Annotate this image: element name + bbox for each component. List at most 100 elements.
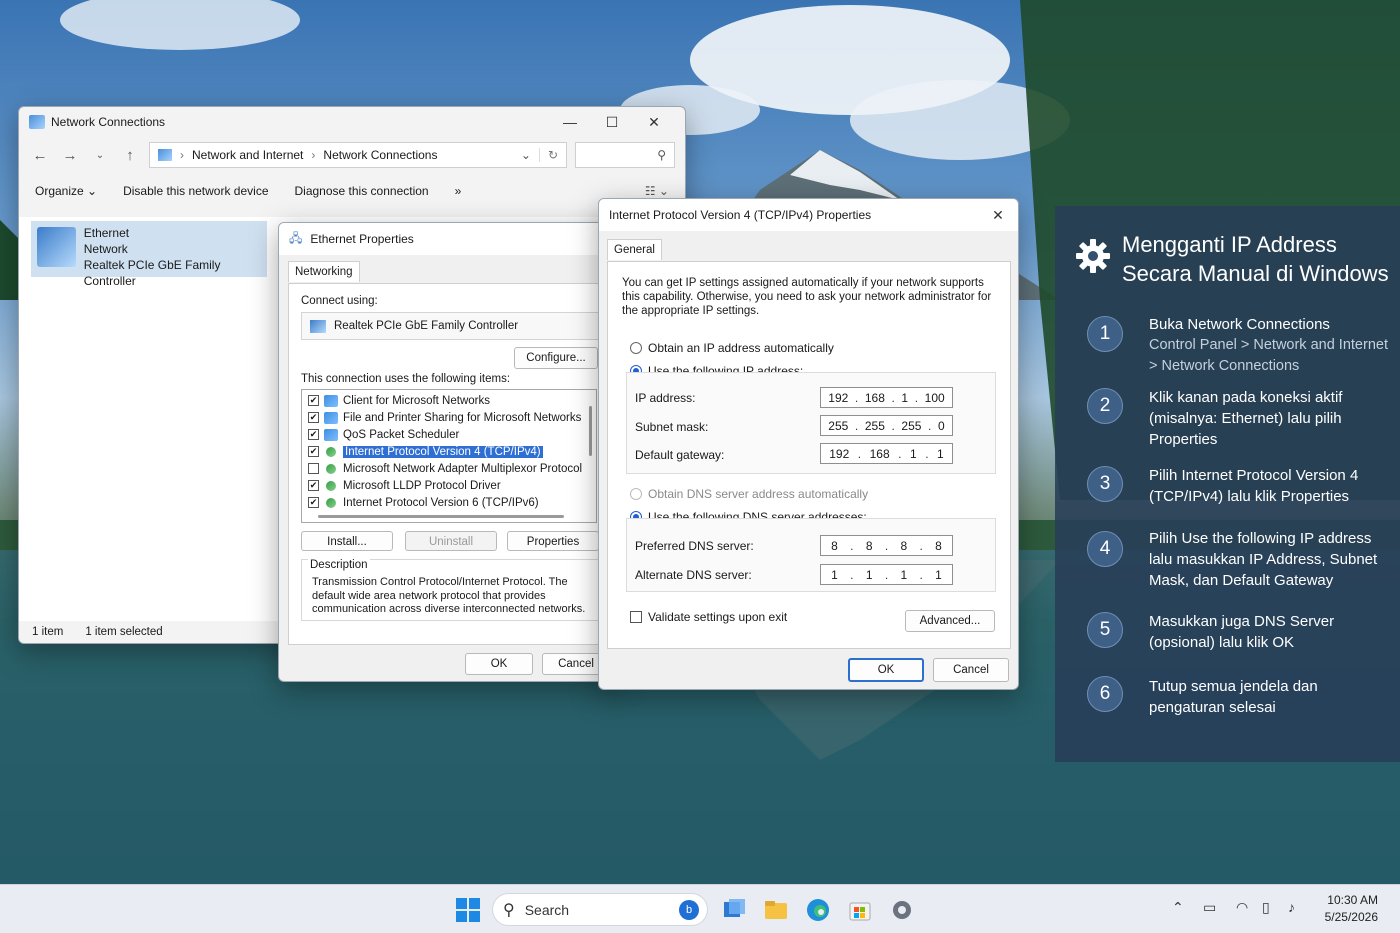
tab-networking[interactable]: Networking bbox=[288, 261, 360, 282]
description-group: Description Transmission Control Protoco… bbox=[301, 559, 599, 621]
checkbox[interactable]: ✔ bbox=[308, 429, 319, 440]
install-button[interactable]: Install... bbox=[301, 531, 393, 551]
auto-ip-option[interactable]: Obtain an IP address automatically bbox=[630, 341, 834, 355]
cancel-button[interactable]: Cancel bbox=[933, 658, 1009, 682]
subnet-mask-field[interactable]: 255. 255. 255. 0 bbox=[820, 415, 953, 436]
title-bar[interactable]: 🖧 Ethernet Properties bbox=[279, 223, 617, 255]
radio-button[interactable] bbox=[630, 488, 642, 500]
ip-address-field[interactable]: 192. 168. 1. 100 bbox=[820, 387, 953, 408]
horizontal-scrollbar[interactable] bbox=[318, 515, 564, 518]
step-text: Tutup semua jendela dan pengaturan seles… bbox=[1149, 678, 1318, 716]
bing-icon[interactable]: b bbox=[679, 899, 699, 920]
default-gateway-field[interactable]: 192. 168. 1. 1 bbox=[820, 443, 953, 464]
ethernet-connection-item[interactable]: Ethernet Network Realtek PCIe GbE Family… bbox=[31, 221, 267, 288]
ok-button[interactable]: OK bbox=[848, 658, 924, 682]
close-icon[interactable]: ✕ bbox=[633, 114, 675, 131]
vertical-scrollbar[interactable] bbox=[589, 406, 592, 456]
more-commands-button[interactable]: » bbox=[455, 184, 462, 198]
breadcrumb-network-and-internet[interactable]: Network and Internet bbox=[192, 148, 303, 162]
ok-button[interactable]: OK bbox=[465, 653, 533, 675]
close-icon[interactable]: ✕ bbox=[988, 207, 1008, 224]
list-item[interactable]: ✔ File and Printer Sharing for Microsoft … bbox=[302, 409, 596, 426]
battery-icon[interactable]: ▯ bbox=[1262, 899, 1270, 916]
display-icon[interactable]: ▭ bbox=[1203, 899, 1216, 916]
breadcrumb-network-connections[interactable]: Network Connections bbox=[323, 148, 512, 162]
control-panel-icon bbox=[158, 149, 172, 161]
up-arrow-icon[interactable]: ↑ bbox=[119, 147, 141, 164]
checkbox[interactable]: ✔ bbox=[308, 395, 319, 406]
checkbox[interactable] bbox=[308, 463, 319, 474]
minimize-icon[interactable]: — bbox=[549, 114, 591, 130]
checkbox[interactable]: ✔ bbox=[308, 497, 319, 508]
chevron-down-icon[interactable]: ⌄ bbox=[89, 150, 111, 161]
auto-dns-option[interactable]: Obtain DNS server address automatically bbox=[630, 487, 868, 501]
checkbox[interactable]: ✔ bbox=[308, 446, 319, 457]
general-panel: You can get IP settings assigned automat… bbox=[607, 261, 1011, 649]
diagnose-button[interactable]: Diagnose this connection bbox=[295, 184, 429, 198]
organize-menu[interactable]: Organize ⌄ bbox=[35, 184, 97, 198]
back-arrow-icon[interactable]: ← bbox=[29, 147, 51, 164]
ethernet-properties-window[interactable]: 🖧 Ethernet Properties Networking Connect… bbox=[278, 222, 618, 682]
breadcrumb-separator: › bbox=[180, 148, 184, 162]
network-icon bbox=[29, 115, 45, 129]
ethernet-icon: 🖧 bbox=[289, 230, 303, 245]
task-view-icon[interactable] bbox=[721, 897, 747, 923]
checkbox[interactable] bbox=[630, 611, 642, 623]
clock[interactable]: 10:30 AM 5/25/2026 bbox=[1325, 892, 1378, 926]
wifi-icon[interactable]: ◠ bbox=[1236, 899, 1248, 916]
list-item[interactable]: Microsoft Network Adapter Multiplexor Pr… bbox=[302, 460, 596, 477]
refresh-icon[interactable]: ↻ bbox=[538, 148, 558, 162]
network-service-icon bbox=[324, 411, 338, 424]
list-item-selected[interactable]: ✔ Internet Protocol Version 4 (TCP/IPv4) bbox=[302, 443, 596, 460]
taskbar: ⚲ Search b ⌃ ▭ ◠ ▯ ♪ 10:30 AM 5/25/2026 bbox=[0, 884, 1400, 933]
windows-start-icon[interactable] bbox=[455, 897, 481, 923]
list-item[interactable]: ✔ QoS Packet Scheduler bbox=[302, 426, 596, 443]
maximize-icon[interactable]: ☐ bbox=[591, 114, 633, 131]
step-number: 2 bbox=[1087, 388, 1123, 424]
network-client-icon bbox=[324, 394, 338, 407]
disable-device-button[interactable]: Disable this network device bbox=[123, 184, 268, 198]
list-item[interactable]: ✔ Internet Protocol Version 6 (TCP/IPv6) bbox=[302, 494, 596, 511]
list-item[interactable]: ✔ Client for Microsoft Networks bbox=[302, 392, 596, 409]
forward-arrow-icon[interactable]: → bbox=[59, 147, 81, 164]
file-explorer-icon[interactable] bbox=[763, 897, 789, 923]
checkbox[interactable]: ✔ bbox=[308, 412, 319, 423]
preferred-dns-label: Preferred DNS server: bbox=[635, 539, 754, 553]
step-number: 5 bbox=[1087, 612, 1123, 648]
tab-general[interactable]: General bbox=[607, 239, 662, 260]
radio-button[interactable] bbox=[630, 342, 642, 354]
list-item[interactable]: ✔ Microsoft LLDP Protocol Driver bbox=[302, 477, 596, 494]
search-input[interactable]: ⚲ bbox=[575, 142, 675, 168]
protocol-list[interactable]: ✔ Client for Microsoft Networks ✔ File and… bbox=[301, 389, 597, 523]
properties-button[interactable]: Properties bbox=[507, 531, 599, 551]
subnet-mask-label: Subnet mask: bbox=[635, 420, 709, 434]
edge-browser-icon[interactable] bbox=[805, 897, 831, 923]
preferred-dns-field[interactable]: 8.8.8.8 bbox=[820, 535, 953, 556]
connection-name: Ethernet bbox=[83, 226, 130, 240]
taskbar-search[interactable]: ⚲ Search b bbox=[492, 893, 708, 926]
view-options-icon[interactable]: ☷ ⌄ bbox=[645, 184, 669, 198]
chevron-up-icon[interactable]: ⌃ bbox=[1172, 899, 1184, 916]
configure-button[interactable]: Configure... bbox=[514, 347, 598, 369]
title-bar[interactable]: Internet Protocol Version 4 (TCP/IPv4) P… bbox=[599, 199, 1018, 231]
navigation-bar: ← → ⌄ ↑ › Network and Internet › Network… bbox=[19, 137, 685, 173]
title-bar[interactable]: Network Connections — ☐ ✕ bbox=[19, 107, 685, 137]
ipv4-properties-dialog[interactable]: Internet Protocol Version 4 (TCP/IPv4) P… bbox=[598, 198, 1019, 690]
step-text: Pilih Internet Protocol Version 4 (TCP/I… bbox=[1149, 467, 1359, 505]
volume-icon[interactable]: ♪ bbox=[1288, 899, 1295, 915]
settings-gear-icon[interactable] bbox=[889, 897, 915, 923]
network-adapter-icon bbox=[37, 227, 76, 267]
network-adapter-icon bbox=[310, 319, 326, 333]
alternate-dns-field[interactable]: 1.1.1.1 bbox=[820, 564, 953, 585]
uninstall-button[interactable]: Uninstall bbox=[405, 531, 497, 551]
default-gateway-label: Default gateway: bbox=[635, 448, 725, 462]
validate-option[interactable]: Validate settings upon exit bbox=[630, 610, 787, 624]
microsoft-store-icon[interactable] bbox=[847, 897, 873, 923]
step-number: 3 bbox=[1087, 466, 1123, 502]
step-text: Buka Network Connections Control Panel >… bbox=[1149, 316, 1388, 374]
advanced-button[interactable]: Advanced... bbox=[905, 610, 995, 632]
item-count: 1 item bbox=[32, 626, 64, 638]
chevron-down-icon[interactable]: ⌄ bbox=[521, 148, 531, 162]
address-bar[interactable]: › Network and Internet › Network Connect… bbox=[149, 142, 567, 168]
checkbox[interactable]: ✔ bbox=[308, 480, 319, 491]
